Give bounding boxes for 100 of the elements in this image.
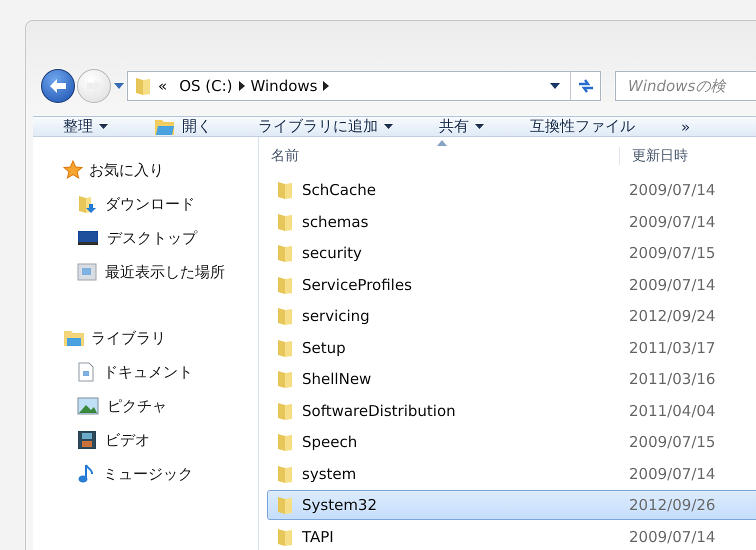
modified-date: 2009/07/14 — [628, 181, 716, 199]
back-button[interactable] — [41, 69, 75, 103]
sidebar-item-label: ビデオ — [105, 430, 150, 450]
sort-arrow-icon — [437, 140, 447, 146]
sidebar-item[interactable]: ドキュメント — [63, 355, 258, 389]
folder-icon — [276, 338, 294, 358]
sidebar-item-label: ダウンロード — [105, 194, 195, 214]
file-name: system — [302, 464, 356, 482]
file-row[interactable]: schemas 2009/07/14 — [267, 206, 756, 236]
sidebar-item-label: ミュージック — [103, 464, 193, 484]
recent-places-icon — [77, 262, 97, 282]
file-row[interactable]: Speech 2009/07/15 — [267, 427, 756, 457]
file-row[interactable]: TAPI 2009/07/14 — [267, 522, 756, 550]
toolbar-button[interactable]: 開く — [146, 117, 220, 136]
file-row[interactable]: ServiceProfiles 2009/07/14 — [267, 270, 756, 300]
folder-icon — [276, 306, 294, 326]
folder-icon — [276, 180, 294, 200]
breadcrumb-item[interactable]: Windows — [250, 77, 318, 95]
desktop-icon — [77, 230, 99, 246]
caret-icon — [475, 124, 484, 130]
sidebar-item[interactable]: ピクチャ — [63, 389, 258, 423]
toolbar-button[interactable]: 互換性ファイル — [522, 117, 643, 136]
open-folder-icon — [154, 118, 176, 136]
sidebar-item[interactable]: デスクトップ — [63, 221, 258, 255]
toolbar-button[interactable]: ライブラリに追加 — [250, 117, 401, 136]
library-folder-icon — [63, 329, 85, 347]
file-row[interactable]: Setup 2011/03/17 — [267, 332, 756, 362]
search-field[interactable]: Windowsの検 — [615, 71, 756, 101]
column-header[interactable]: 更新日時 — [619, 147, 756, 165]
caret-icon — [99, 124, 108, 130]
folder-icon — [276, 369, 294, 389]
folder-icon — [134, 76, 152, 96]
file-row[interactable]: SoftwareDistribution 2011/04/04 — [267, 396, 756, 426]
sidebar-item[interactable]: ビデオ — [63, 423, 258, 457]
sidebar-item[interactable]: ミュージック — [63, 457, 258, 491]
chevron-icon[interactable] — [238, 81, 245, 91]
file-name: schemas — [302, 212, 368, 230]
breadcrumb-item[interactable]: OS (C:) — [179, 77, 233, 95]
file-row[interactable]: SchCache 2009/07/14 — [267, 175, 756, 205]
chevron-icon[interactable] — [323, 81, 330, 91]
file-name: SchCache — [302, 181, 376, 199]
modified-date: 2009/07/14 — [628, 212, 716, 230]
file-row[interactable]: servicing 2012/09/24 — [267, 301, 756, 331]
refresh-icon — [576, 78, 594, 94]
modified-date: 2012/09/24 — [628, 307, 716, 325]
sidebar-item-label: 最近表示した場所 — [105, 262, 225, 282]
sidebar-header-label: お気に入り — [89, 160, 164, 180]
file-row[interactable]: security 2009/07/15 — [267, 238, 756, 268]
caret-icon — [384, 124, 393, 130]
folder-icon — [276, 274, 294, 294]
music-note-icon — [77, 463, 95, 485]
back-arrow-icon — [48, 78, 68, 94]
folder-icon — [276, 243, 294, 263]
sidebar-header[interactable]: ライブラリ — [63, 321, 258, 355]
sidebar-header[interactable]: お気に入り — [63, 153, 258, 187]
modified-date: 2009/07/14 — [628, 464, 716, 482]
sidebar-header-label: ライブラリ — [91, 328, 166, 348]
sidebar-item[interactable]: 最近表示した場所 — [63, 255, 258, 289]
star-icon — [63, 160, 83, 180]
file-name: ServiceProfiles — [302, 276, 412, 294]
file-name: ShellNew — [302, 370, 372, 388]
folder-icon — [276, 212, 294, 232]
dropdown-caret-icon[interactable] — [550, 83, 560, 89]
folder-icon — [276, 400, 294, 420]
file-row[interactable]: system 2009/07/14 — [267, 458, 756, 488]
film-icon — [77, 430, 97, 450]
download-folder-icon — [77, 194, 97, 214]
modified-date: 2011/04/04 — [628, 402, 716, 420]
folder-icon — [276, 432, 294, 452]
modified-date: 2011/03/16 — [628, 370, 716, 388]
toolbar-button[interactable]: 整理 — [55, 117, 116, 136]
sidebar-item[interactable]: ダウンロード — [63, 187, 258, 221]
file-name: Speech — [302, 433, 358, 451]
modified-date: 2012/09/26 — [628, 496, 716, 514]
more-button[interactable]: » — [673, 118, 698, 136]
modified-date: 2009/07/15 — [628, 433, 716, 451]
toolbar-button[interactable]: 共有 — [431, 117, 492, 136]
folder-icon — [276, 526, 294, 546]
breadcrumb-item[interactable]: « — [158, 77, 168, 95]
history-caret-icon[interactable] — [114, 83, 124, 89]
modified-date: 2009/07/14 — [628, 276, 716, 294]
file-name: servicing — [302, 307, 370, 325]
folder-icon — [276, 464, 294, 484]
address-bar[interactable]: « OS (C:) Windows — [127, 71, 601, 101]
column-header[interactable]: 名前 — [259, 147, 619, 165]
sidebar-item-label: ドキュメント — [103, 362, 193, 382]
sidebar-item-label: デスクトップ — [107, 228, 197, 248]
file-row[interactable]: ShellNew 2011/03/16 — [267, 364, 756, 394]
file-name: security — [302, 244, 362, 262]
folder-icon — [276, 495, 294, 515]
sidebar-item-label: ピクチャ — [107, 396, 167, 416]
file-name: System32 — [302, 496, 378, 514]
modified-date: 2011/03/17 — [628, 338, 716, 356]
document-icon — [77, 362, 95, 382]
file-name: SoftwareDistribution — [302, 402, 456, 420]
file-name: Setup — [302, 338, 346, 356]
file-name: TAPI — [302, 528, 334, 546]
picture-icon — [77, 397, 99, 415]
modified-date: 2009/07/15 — [628, 244, 716, 262]
file-row[interactable]: System32 2012/09/26 — [267, 490, 756, 520]
